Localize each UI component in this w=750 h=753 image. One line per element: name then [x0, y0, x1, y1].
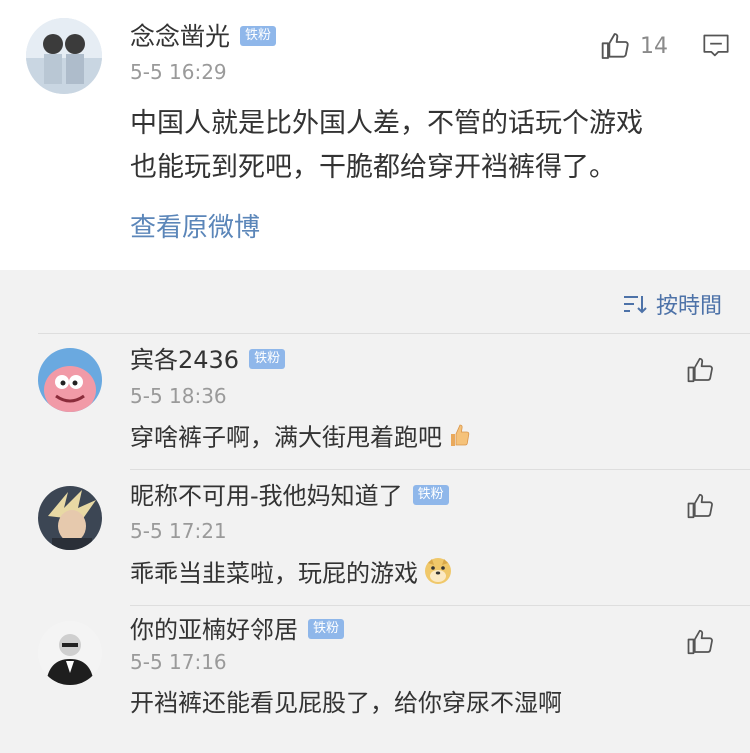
username-text[interactable]: 昵称不可用-我他妈知道了 — [130, 482, 403, 510]
username-text[interactable]: 念念凿光 — [130, 22, 230, 51]
thumbs-up-icon — [601, 33, 629, 59]
avatar-image — [26, 18, 102, 94]
username[interactable]: 你的亚楠好邻居 铁粉 — [130, 615, 345, 645]
timestamp: 5-5 17:21 — [130, 519, 227, 543]
like-button[interactable] — [686, 491, 716, 525]
avatar[interactable] — [38, 621, 102, 685]
thumbs-up-icon — [687, 629, 713, 655]
thumbs-up-icon — [687, 493, 713, 519]
reply-text-content: 乖乖当韭菜啦，玩屁的游戏 — [130, 559, 418, 588]
like-button[interactable]: 14 — [600, 30, 668, 62]
divider — [130, 605, 750, 606]
sort-label: 按時間 — [655, 294, 722, 319]
fan-badge: 铁粉 — [308, 619, 345, 639]
reply-text: 乖乖当韭菜啦，玩屁的游戏 — [130, 557, 452, 592]
like-button[interactable] — [686, 355, 716, 389]
main-post: 念念凿光 铁粉 5-5 16:29 14 中国人就是比外国人差，不管的话玩个游戏 … — [0, 0, 750, 270]
avatar[interactable] — [26, 18, 102, 94]
avatar-image — [38, 621, 102, 685]
divider — [38, 333, 750, 334]
view-original-link[interactable]: 查看原微博 — [130, 212, 260, 244]
divider — [130, 469, 750, 470]
fan-badge: 铁粉 — [240, 26, 277, 46]
post-text-line-1: 中国人就是比外国人差，不管的话玩个游戏 — [130, 108, 643, 139]
thumbs-up-emoji-icon — [448, 422, 470, 455]
doge-emoji-icon — [424, 557, 452, 592]
avatar-image — [38, 486, 102, 550]
reply-text: 穿啥裤子啊，满大街甩着跑吧 — [130, 422, 470, 455]
thumbs-up-icon — [687, 357, 713, 383]
username-text[interactable]: 宾各2436 — [130, 346, 239, 374]
fan-badge: 铁粉 — [412, 485, 449, 505]
username-text[interactable]: 你的亚楠好邻居 — [130, 616, 298, 644]
timestamp: 5-5 18:36 — [130, 384, 227, 408]
like-count: 14 — [640, 33, 668, 59]
avatar-image — [38, 348, 102, 412]
fan-badge: 铁粉 — [249, 349, 286, 369]
username[interactable]: 念念凿光 铁粉 — [130, 22, 277, 52]
reply-text-content: 穿啥裤子啊，满大街甩着跑吧 — [130, 423, 442, 452]
timestamp: 5-5 17:16 — [130, 650, 227, 674]
post-text-line-2: 也能玩到死吧，干脆都给穿开裆裤得了。 — [130, 152, 616, 183]
username[interactable]: 宾各2436 铁粉 — [130, 345, 286, 375]
username[interactable]: 昵称不可用-我他妈知道了 铁粉 — [130, 481, 449, 511]
reply-text-content: 开裆裤还能看见屁股了，给你穿尿不湿啊 — [130, 689, 562, 717]
reply-text: 开裆裤还能看见屁股了，给你穿尿不湿啊 — [130, 688, 562, 718]
sort-icon — [623, 296, 647, 314]
like-button[interactable] — [686, 627, 716, 661]
comment-icon — [703, 34, 729, 57]
sort-by-time-button[interactable]: 按時間 — [622, 288, 722, 320]
avatar[interactable] — [38, 348, 102, 412]
comment-button[interactable] — [702, 32, 730, 64]
avatar[interactable] — [38, 486, 102, 550]
timestamp: 5-5 16:29 — [130, 60, 227, 84]
